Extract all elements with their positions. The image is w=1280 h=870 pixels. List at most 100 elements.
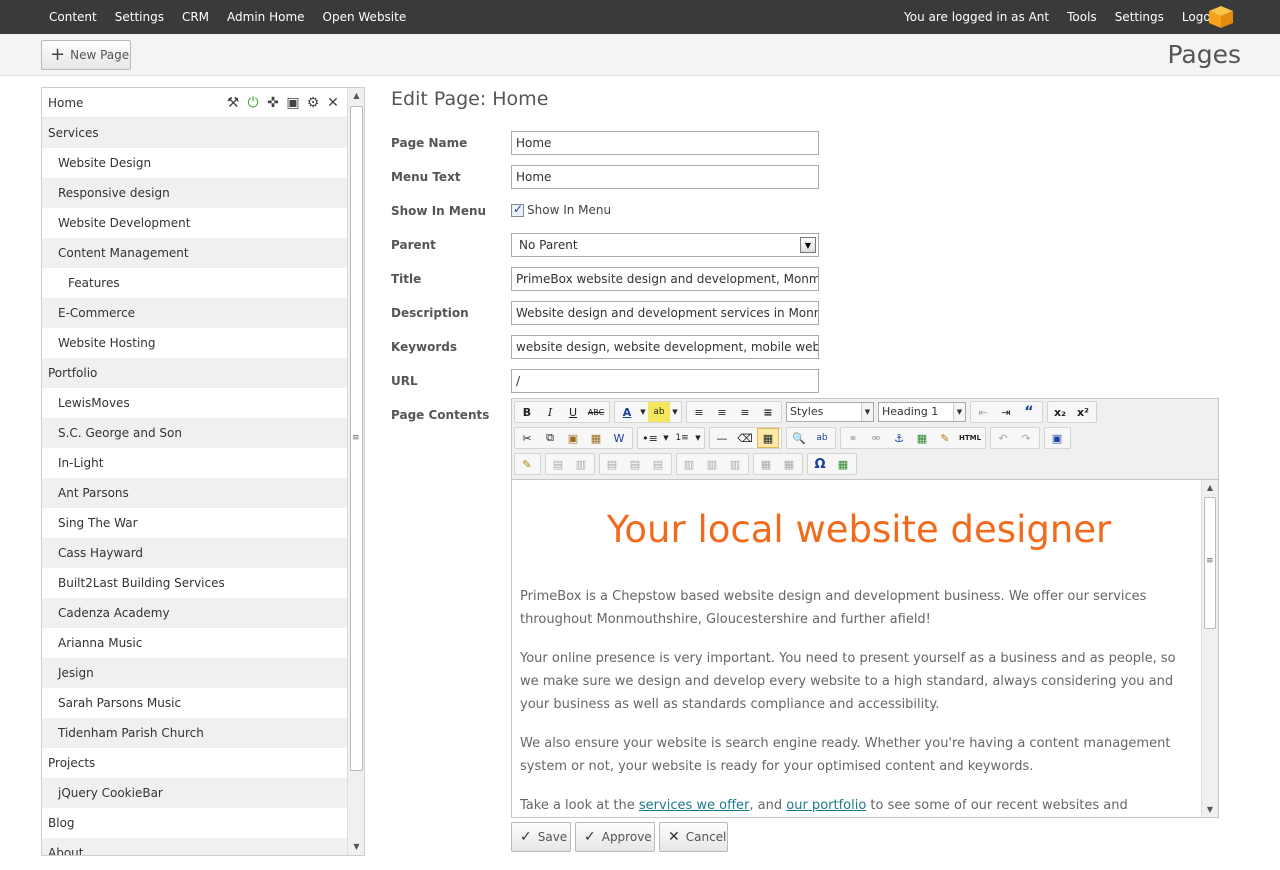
tree-item[interactable]: Services bbox=[42, 118, 347, 148]
tree-item[interactable]: Responsive design bbox=[42, 178, 347, 208]
align-left-icon[interactable]: ≡ bbox=[688, 402, 710, 422]
power-icon[interactable]: ⏻ bbox=[243, 88, 263, 118]
delete-row-icon[interactable]: ▤ bbox=[647, 454, 669, 474]
tree-item[interactable]: Cadenza Academy bbox=[42, 598, 347, 628]
replace-icon[interactable]: ab bbox=[811, 428, 833, 448]
menu-text-input[interactable]: Home bbox=[511, 165, 819, 189]
tree-item[interactable]: S.C. George and Son bbox=[42, 418, 347, 448]
subscript-icon[interactable]: x₂ bbox=[1049, 402, 1071, 422]
format-select[interactable]: Heading 1 ▼ bbox=[878, 402, 966, 422]
scroll-up-icon[interactable]: ▲ bbox=[1202, 480, 1218, 496]
outdent-icon[interactable]: ⇤ bbox=[972, 402, 994, 422]
nav-settings[interactable]: Settings bbox=[115, 10, 164, 24]
delete-col-icon[interactable]: ▥ bbox=[724, 454, 746, 474]
unlink-icon[interactable]: ⚮ bbox=[865, 428, 887, 448]
table-icon[interactable]: ▦ bbox=[757, 428, 779, 448]
tree-scrollbar[interactable]: ▲ ≡ ▼ bbox=[347, 88, 364, 855]
insert-row-before-icon[interactable]: ▤ bbox=[601, 454, 623, 474]
keywords-input[interactable]: website design, website development, mob… bbox=[511, 335, 819, 359]
show-in-menu-checkbox[interactable] bbox=[511, 202, 524, 217]
new-page-button[interactable]: + New Page bbox=[41, 40, 131, 70]
split-cells-icon[interactable]: ▦ bbox=[755, 454, 777, 474]
portfolio-link[interactable]: our portfolio bbox=[786, 798, 866, 813]
page-name-input[interactable]: Home bbox=[511, 131, 819, 155]
text-color-icon[interactable]: A bbox=[616, 402, 638, 422]
tree-item[interactable]: Tidenham Parish Church bbox=[42, 718, 347, 748]
fullscreen-icon[interactable]: ▣ bbox=[1046, 428, 1068, 448]
chevron-down-icon[interactable]: ▼ bbox=[694, 428, 702, 448]
tree-item[interactable]: Blog bbox=[42, 808, 347, 838]
table-cell-props-icon[interactable]: ▥ bbox=[570, 454, 592, 474]
bullet-list-icon[interactable]: •≡ bbox=[639, 428, 661, 448]
chevron-down-icon[interactable]: ▼ bbox=[953, 403, 965, 421]
wrench-icon[interactable]: ⚒ bbox=[223, 88, 243, 118]
tree-item[interactable]: Projects bbox=[42, 748, 347, 778]
tree-item[interactable]: Content Management bbox=[42, 238, 347, 268]
paste-word-icon[interactable]: W bbox=[608, 428, 630, 448]
cleanup-icon[interactable]: ✎ bbox=[934, 428, 956, 448]
anchor-icon[interactable]: ⚓ bbox=[888, 428, 910, 448]
editor-scrollbar[interactable]: ▲ ≡ ▼ bbox=[1201, 480, 1218, 817]
tree-item[interactable]: Website Development bbox=[42, 208, 347, 238]
align-right-icon[interactable]: ≡ bbox=[734, 402, 756, 422]
scroll-down-icon[interactable]: ▼ bbox=[348, 839, 364, 855]
tree-item[interactable]: Ant Parsons bbox=[42, 478, 347, 508]
insert-row-after-icon[interactable]: ▤ bbox=[624, 454, 646, 474]
edit-icon[interactable]: ✎ bbox=[516, 454, 538, 474]
tree-item[interactable]: Cass Hayward bbox=[42, 538, 347, 568]
chevron-down-icon[interactable]: ▼ bbox=[662, 428, 670, 448]
chevron-down-icon[interactable]: ▼ bbox=[800, 237, 816, 253]
nav-user-settings[interactable]: Settings bbox=[1115, 10, 1164, 24]
bold-icon[interactable]: B bbox=[516, 402, 538, 422]
underline-icon[interactable]: U bbox=[562, 402, 584, 422]
tree-item[interactable]: Features bbox=[42, 268, 347, 298]
superscript-icon[interactable]: x² bbox=[1072, 402, 1094, 422]
close-icon[interactable]: ✕ bbox=[323, 88, 343, 118]
nav-tools[interactable]: Tools bbox=[1067, 10, 1097, 24]
copy-icon[interactable]: ⧉ bbox=[539, 428, 561, 448]
omega-icon[interactable]: Ω bbox=[809, 454, 831, 474]
nav-crm[interactable]: CRM bbox=[182, 10, 209, 24]
tree-item[interactable]: Home ⚒ ⏻ ✜ ▣ ⚙ ✕ bbox=[42, 88, 347, 118]
redo-icon[interactable]: ↷ bbox=[1015, 428, 1037, 448]
scroll-down-icon[interactable]: ▼ bbox=[1202, 802, 1218, 817]
tree-item[interactable]: Sing The War bbox=[42, 508, 347, 538]
url-input[interactable]: / bbox=[511, 369, 819, 393]
nav-open-website[interactable]: Open Website bbox=[323, 10, 407, 24]
editor-document[interactable]: Your local website designer PrimeBox is … bbox=[520, 480, 1198, 817]
tree-item[interactable]: Website Design bbox=[42, 148, 347, 178]
insert-col-after-icon[interactable]: ▥ bbox=[701, 454, 723, 474]
tree-item[interactable]: E-Commerce bbox=[42, 298, 347, 328]
image-icon[interactable]: ▣ bbox=[283, 88, 303, 118]
eraser-icon[interactable]: ⌫ bbox=[734, 428, 756, 448]
nav-admin-home[interactable]: Admin Home bbox=[227, 10, 305, 24]
align-justify-icon[interactable]: ≡ bbox=[757, 402, 779, 422]
paste-text-icon[interactable]: ▦ bbox=[585, 428, 607, 448]
indent-icon[interactable]: ⇥ bbox=[995, 402, 1017, 422]
styles-select[interactable]: Styles ▼ bbox=[786, 402, 874, 422]
strikethrough-icon[interactable]: ABC bbox=[585, 402, 607, 422]
tree-item[interactable]: In-Light bbox=[42, 448, 347, 478]
cancel-button[interactable]: ✕ Cancel bbox=[659, 822, 728, 852]
parent-select[interactable]: No Parent ▼ bbox=[511, 233, 819, 257]
italic-icon[interactable]: I bbox=[539, 402, 561, 422]
merge-cells-icon[interactable]: ▦ bbox=[778, 454, 800, 474]
tree-item[interactable]: Built2Last Building Services bbox=[42, 568, 347, 598]
media-icon[interactable]: ▦ bbox=[832, 454, 854, 474]
link-icon[interactable]: ⚭ bbox=[842, 428, 864, 448]
tree-item[interactable]: About bbox=[42, 838, 347, 855]
tree-item[interactable]: Website Hosting bbox=[42, 328, 347, 358]
move-icon[interactable]: ✜ bbox=[263, 88, 283, 118]
insert-col-before-icon[interactable]: ▥ bbox=[678, 454, 700, 474]
tree-item[interactable]: Arianna Music bbox=[42, 628, 347, 658]
image-icon[interactable]: ▦ bbox=[911, 428, 933, 448]
chevron-down-icon[interactable]: ▼ bbox=[861, 403, 873, 421]
tree-item[interactable]: Sarah Parsons Music bbox=[42, 688, 347, 718]
paste-icon[interactable]: ▣ bbox=[562, 428, 584, 448]
chevron-down-icon[interactable]: ▼ bbox=[639, 402, 647, 422]
cut-icon[interactable]: ✂ bbox=[516, 428, 538, 448]
undo-icon[interactable]: ↶ bbox=[992, 428, 1014, 448]
html-source-icon[interactable]: HTML bbox=[957, 428, 983, 448]
numbered-list-icon[interactable]: 1≡ bbox=[671, 428, 693, 448]
nav-content[interactable]: Content bbox=[49, 10, 97, 24]
